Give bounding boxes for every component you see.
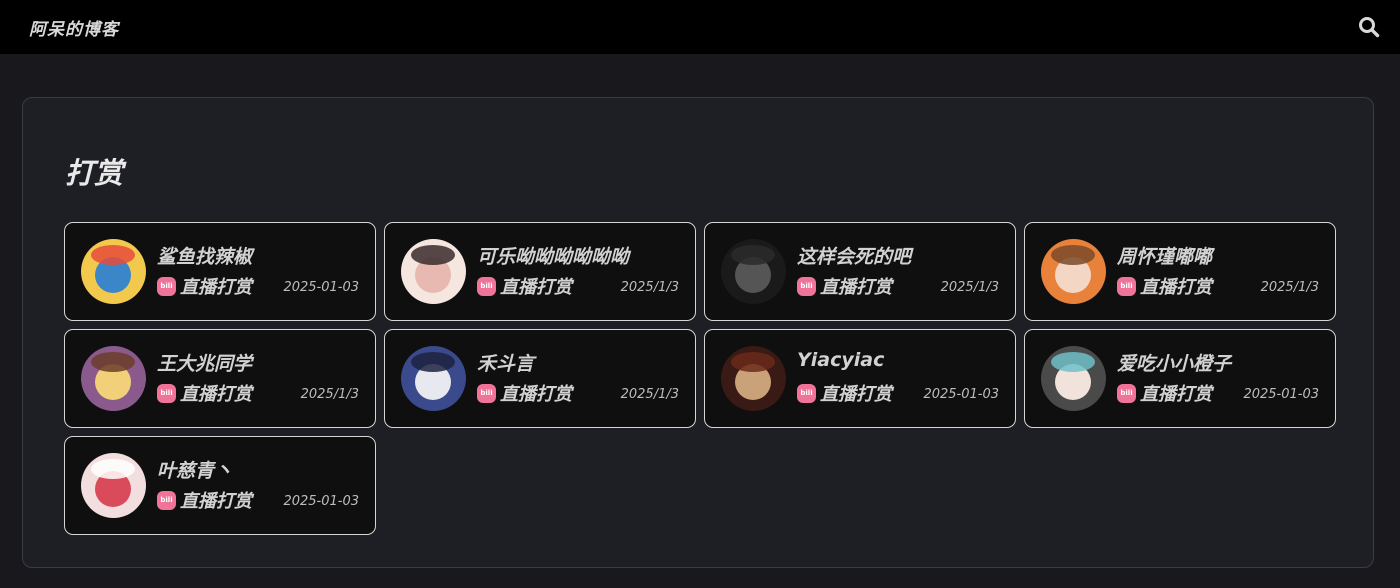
donation-card[interactable]: 这样会死的吧 bili 直播打赏 2025/1/3 (704, 222, 1016, 321)
bilibili-icon: bili (1117, 383, 1136, 403)
donation-date: 2025-01-03 (283, 280, 359, 295)
platform-tag: bili 直播打赏 (477, 275, 572, 298)
donation-date: 2025/1/3 (940, 280, 999, 295)
bilibili-icon: bili (157, 490, 176, 510)
avatar (721, 346, 786, 411)
donation-card[interactable]: 爱吃小小橙子 bili 直播打赏 2025-01-03 (1024, 329, 1336, 428)
donation-date: 2025-01-03 (1243, 387, 1319, 402)
donation-list: 鲨鱼找辣椒 bili 直播打赏 2025-01-03 可乐呦呦呦呦呦呦 bili 直播打赏 2… (64, 222, 1336, 535)
avatar (81, 453, 146, 518)
donor-name: 叶慈青丶 (157, 460, 234, 482)
bilibili-icon: bili (797, 383, 816, 403)
donor-name: 周怀瑾嘟嘟 (1117, 246, 1213, 268)
donor-name: 这样会死的吧 (797, 246, 912, 268)
donation-card[interactable]: Yiacyiac bili 直播打赏 2025-01-03 (704, 329, 1016, 428)
avatar (721, 239, 786, 304)
bilibili-icon: bili (797, 276, 816, 296)
platform-label: 直播打赏 (180, 491, 252, 512)
donation-card[interactable]: 禾斗言 bili 直播打赏 2025/1/3 (384, 329, 696, 428)
donation-date: 2025-01-03 (283, 494, 359, 509)
donation-card[interactable]: 鲨鱼找辣椒 bili 直播打赏 2025-01-03 (64, 222, 376, 321)
donor-name: 可乐呦呦呦呦呦呦 (477, 246, 630, 268)
avatar (401, 239, 466, 304)
donation-date: 2025/1/3 (1260, 280, 1319, 295)
donor-name: 爱吃小小橙子 (1117, 353, 1232, 375)
bilibili-icon: bili (477, 276, 496, 296)
avatar (1041, 239, 1106, 304)
bilibili-icon: bili (1117, 276, 1136, 296)
platform-label: 直播打赏 (500, 277, 572, 298)
platform-label: 直播打赏 (1140, 384, 1212, 405)
platform-tag: bili 直播打赏 (1117, 275, 1212, 298)
bilibili-icon: bili (157, 276, 176, 296)
donation-panel: 打赏 鲨鱼找辣椒 bili 直播打赏 2025-01-03 可乐呦呦呦呦呦呦 bili 直播… (22, 97, 1374, 568)
platform-label: 直播打赏 (820, 277, 892, 298)
search-icon (1359, 17, 1380, 38)
bilibili-icon: bili (157, 383, 176, 403)
site-title[interactable]: 阿呆的博客 (29, 15, 119, 40)
donor-name: 王大兆同学 (157, 353, 253, 375)
platform-label: 直播打赏 (1140, 277, 1212, 298)
platform-tag: bili 直播打赏 (157, 489, 252, 512)
platform-label: 直播打赏 (500, 384, 572, 405)
platform-label: 直播打赏 (180, 277, 252, 298)
page-title: 打赏 (65, 156, 124, 190)
top-navigation-bar: 阿呆的博客 (0, 0, 1400, 54)
avatar (1041, 346, 1106, 411)
donor-name: Yiacyiac (797, 349, 885, 371)
platform-label: 直播打赏 (820, 384, 892, 405)
donor-name: 禾斗言 (477, 353, 535, 375)
bilibili-icon: bili (477, 383, 496, 403)
donation-card[interactable]: 王大兆同学 bili 直播打赏 2025/1/3 (64, 329, 376, 428)
donation-card[interactable]: 周怀瑾嘟嘟 bili 直播打赏 2025/1/3 (1024, 222, 1336, 321)
donation-date: 2025/1/3 (620, 387, 679, 402)
platform-tag: bili 直播打赏 (797, 275, 892, 298)
donation-date: 2025/1/3 (620, 280, 679, 295)
avatar (401, 346, 466, 411)
avatar (81, 239, 146, 304)
platform-tag: bili 直播打赏 (477, 382, 572, 405)
avatar (81, 346, 146, 411)
platform-tag: bili 直播打赏 (1117, 382, 1212, 405)
platform-tag: bili 直播打赏 (157, 275, 252, 298)
donor-name: 鲨鱼找辣椒 (157, 246, 253, 268)
donation-card[interactable]: 可乐呦呦呦呦呦呦 bili 直播打赏 2025/1/3 (384, 222, 696, 321)
platform-label: 直播打赏 (180, 384, 252, 405)
donation-card[interactable]: 叶慈青丶 bili 直播打赏 2025-01-03 (64, 436, 376, 535)
donation-date: 2025/1/3 (300, 387, 359, 402)
platform-tag: bili 直播打赏 (797, 382, 892, 405)
platform-tag: bili 直播打赏 (157, 382, 252, 405)
donation-date: 2025-01-03 (923, 387, 999, 402)
search-button[interactable] (1356, 14, 1382, 40)
